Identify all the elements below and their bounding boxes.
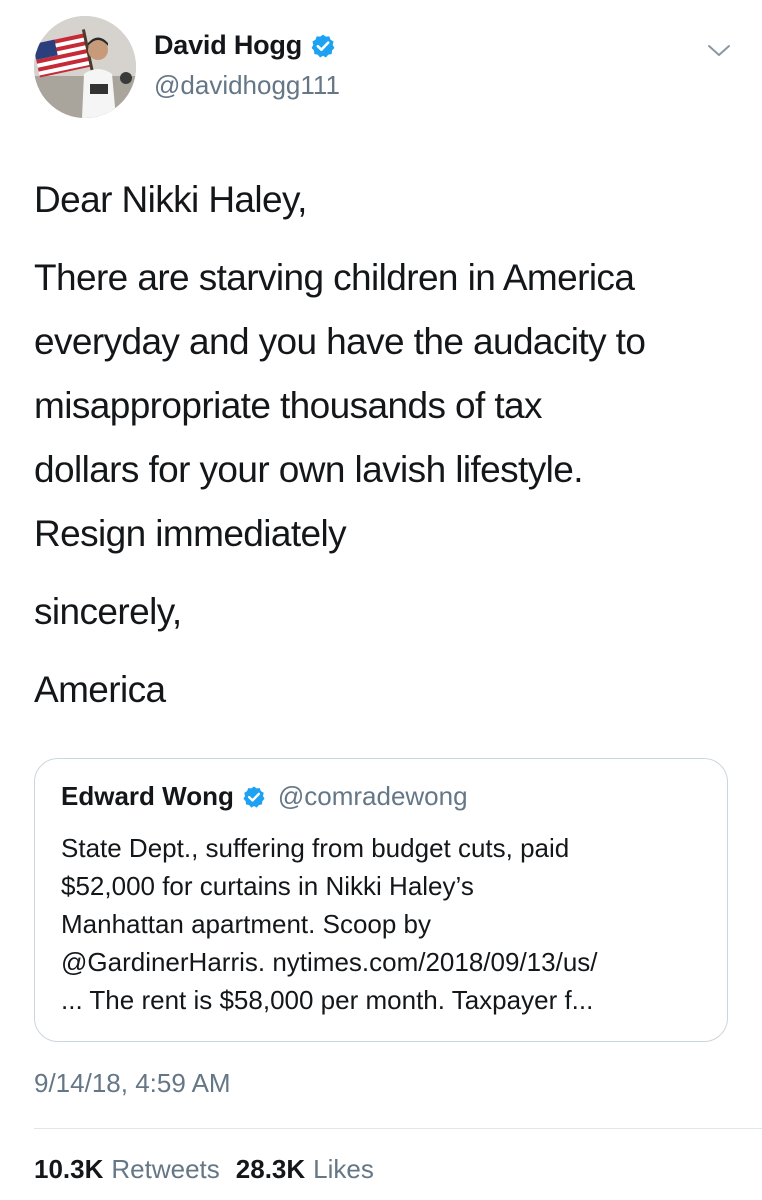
tweet-stats: 10.3K Retweets 28.3K Likes: [34, 1154, 374, 1185]
avatar-image: [34, 16, 136, 118]
chevron-down-icon[interactable]: [706, 40, 732, 60]
tweet-timestamp[interactable]: 9/14/18, 4:59 AM: [34, 1068, 231, 1099]
retweets-stat[interactable]: 10.3K Retweets: [34, 1154, 220, 1185]
retweets-count: 10.3K: [34, 1154, 104, 1184]
tweet-line: sincerely,: [34, 591, 182, 632]
quoted-tweet-header: Edward Wong @comradewong: [61, 781, 468, 812]
quoted-tweet-line: State Dept., suffering from budget cuts,…: [61, 833, 570, 863]
author-handle[interactable]: @davidhogg111: [154, 70, 340, 101]
quoted-tweet-line: @GardinerHarris. nytimes.com/2018/09/13/…: [61, 947, 598, 977]
quoted-tweet-line: ... The rent is $58,000 per month. Taxpa…: [61, 985, 594, 1015]
tweet-line: dollars for your own lavish lifestyle.: [34, 449, 583, 490]
tweet-line: Dear Nikki Haley,: [34, 179, 307, 220]
likes-count: 28.3K: [235, 1154, 306, 1184]
quoted-tweet-line: $52,000 for curtains in Nikki Haley’s: [61, 871, 474, 901]
avatar[interactable]: [34, 16, 136, 118]
verified-badge-icon: [310, 33, 336, 59]
tweet: David Hogg @davidhogg111 Dear Nikki Hale…: [0, 0, 762, 1200]
quoted-tweet-text: State Dept., suffering from budget cuts,…: [61, 829, 711, 1019]
quoted-tweet-card[interactable]: Edward Wong @comradewong State Dept., su…: [34, 758, 728, 1042]
author-name-row[interactable]: David Hogg: [154, 30, 336, 61]
verified-badge-icon: [242, 785, 266, 809]
tweet-line: misappropriate thousands of tax: [34, 385, 543, 426]
tweet-line: Resign immediately: [34, 513, 347, 554]
likes-label: Likes: [313, 1154, 374, 1184]
retweets-label: Retweets: [111, 1154, 220, 1184]
quoted-author-handle: @comradewong: [277, 781, 468, 811]
likes-stat[interactable]: 28.3K Likes: [236, 1154, 374, 1185]
quoted-tweet-line: Manhattan apartment. Scoop by: [61, 909, 432, 939]
divider: [34, 1128, 762, 1129]
quoted-author-name: Edward Wong: [61, 781, 234, 811]
tweet-line: everyday and you have the audacity to: [34, 321, 646, 362]
tweet-line: There are starving children in America: [34, 257, 635, 298]
author-display-name[interactable]: David Hogg: [154, 30, 302, 61]
tweet-text: Dear Nikki Haley, There are starving chi…: [34, 168, 734, 722]
tweet-line: America: [34, 669, 166, 710]
